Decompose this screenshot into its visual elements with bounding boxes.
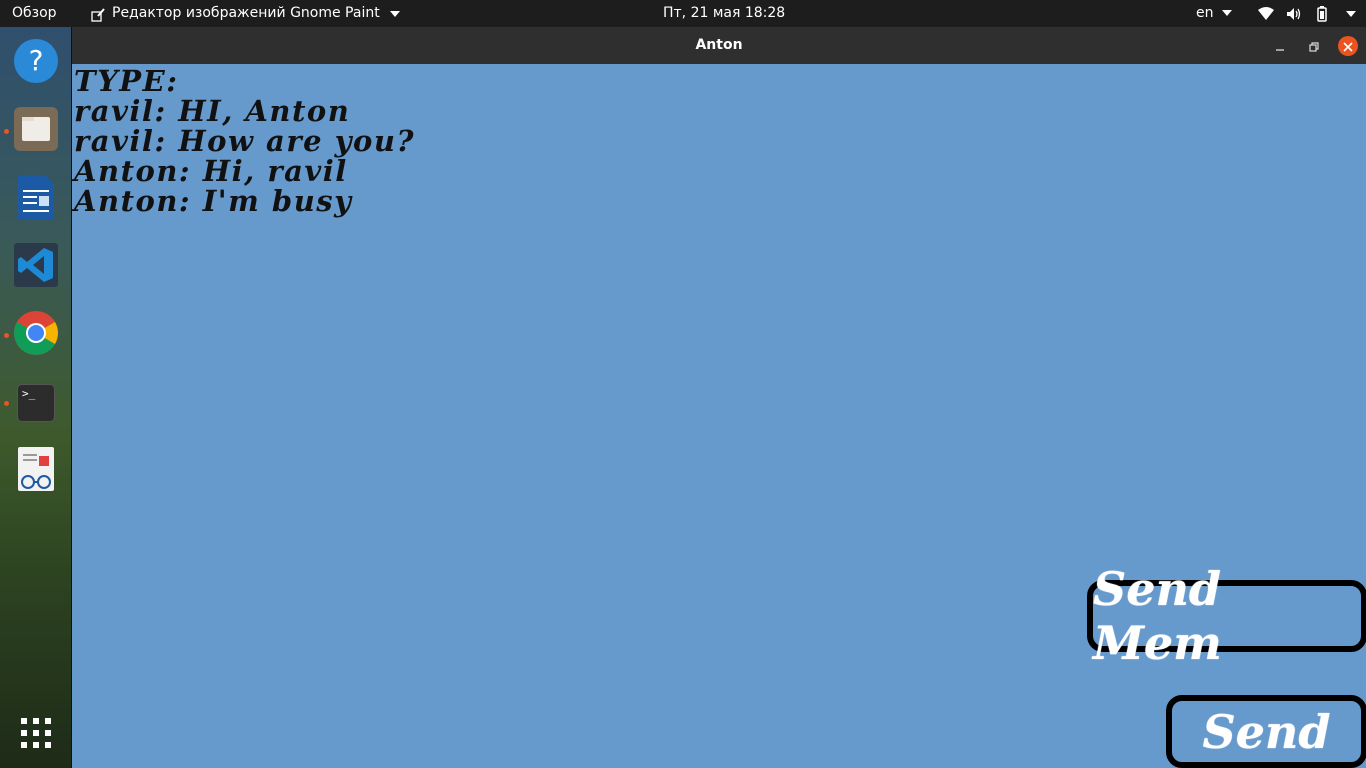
running-indicator: [4, 333, 9, 338]
app-window: Anton TYPE: ravil: HI, Anton ravil: How …: [72, 27, 1366, 768]
chrome-icon: [13, 310, 59, 360]
chat-canvas: TYPE: ravil: HI, Anton ravil: How are yo…: [72, 64, 1366, 768]
app-menu[interactable]: Редактор изображений Gnome Paint: [90, 0, 400, 27]
keyboard-layout[interactable]: en: [1196, 0, 1232, 27]
terminal-icon: >_: [17, 384, 55, 422]
close-button[interactable]: [1338, 36, 1358, 56]
chat-line: Anton: Hi, ravil: [74, 154, 348, 188]
chevron-down-icon: [389, 10, 400, 17]
chat-line: Anton: I'm busy: [74, 184, 353, 218]
chat-line: TYPE:: [74, 64, 179, 98]
battery-icon: [1314, 5, 1330, 22]
volume-icon: [1286, 7, 1302, 21]
chat-line: ravil: HI, Anton: [74, 94, 351, 128]
dock-item-files[interactable]: [13, 106, 59, 156]
dock-item-help[interactable]: ?: [13, 38, 59, 88]
running-indicator: [4, 401, 9, 406]
minimize-button[interactable]: [1270, 36, 1290, 56]
paint-brush-icon: [90, 6, 106, 22]
chat-log: TYPE: ravil: HI, Anton ravil: How are yo…: [74, 66, 415, 216]
folder-icon: [13, 106, 59, 156]
dock-item-chrome[interactable]: [13, 310, 59, 360]
activities-button[interactable]: Обзор: [12, 0, 57, 27]
wifi-icon: [1258, 6, 1274, 21]
chevron-down-icon: [1346, 10, 1356, 17]
vscode-icon: [13, 242, 59, 292]
dock-item-writer[interactable]: [13, 174, 59, 224]
dock-item-terminal[interactable]: >_: [13, 380, 59, 426]
send-mem-button[interactable]: Send Mem: [1087, 562, 1366, 670]
top-bar: Обзор Редактор изображений Gnome Paint П…: [0, 0, 1366, 27]
dock-item-reader[interactable]: [13, 446, 59, 496]
maximize-button[interactable]: [1304, 36, 1324, 56]
keyboard-layout-label: en: [1196, 5, 1214, 21]
system-tray[interactable]: [1258, 0, 1356, 27]
restore-icon: [1309, 37, 1319, 56]
clock[interactable]: Пт, 21 мая 18:28: [663, 0, 785, 27]
dock: ? >_: [0, 27, 72, 768]
send-button[interactable]: Send: [1166, 695, 1366, 768]
chevron-down-icon: [1221, 10, 1232, 16]
close-icon: [1343, 37, 1353, 56]
document-icon: [13, 174, 59, 224]
dock-item-vscode[interactable]: [13, 242, 59, 292]
running-indicator: [4, 129, 9, 134]
grid-icon: [20, 717, 52, 753]
title-bar[interactable]: Anton: [72, 27, 1366, 64]
app-menu-label: Редактор изображений Gnome Paint: [112, 5, 380, 21]
help-icon: ?: [13, 38, 59, 88]
minimize-icon: [1275, 37, 1285, 56]
window-title: Anton: [695, 37, 743, 53]
show-applications-button[interactable]: [13, 712, 59, 758]
reader-icon: [13, 446, 59, 496]
chat-line: ravil: How are you?: [74, 124, 415, 158]
svg-text:?: ?: [29, 44, 44, 77]
